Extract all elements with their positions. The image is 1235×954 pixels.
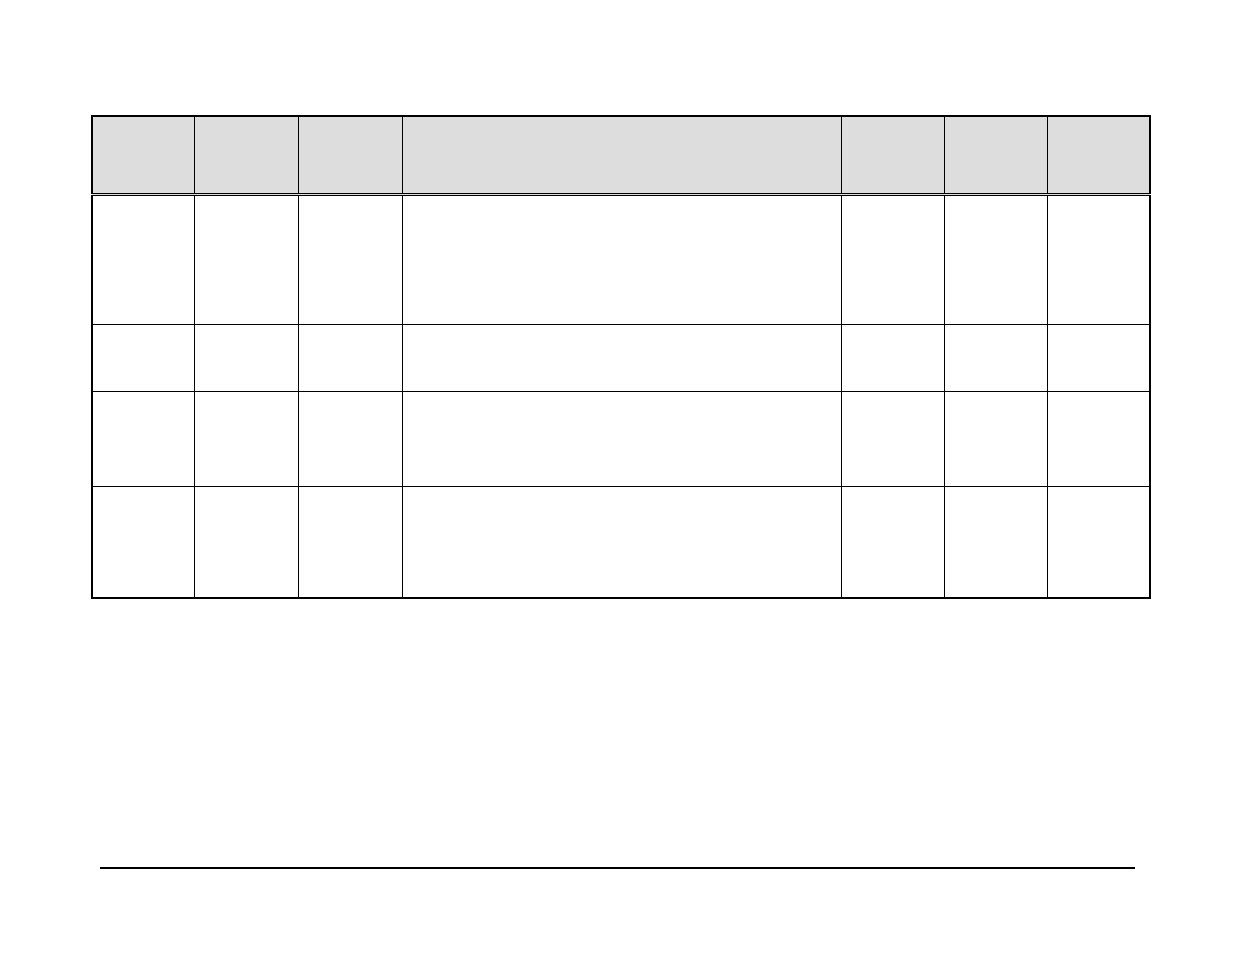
table-header-cell	[1047, 116, 1150, 195]
table-row	[92, 392, 1150, 487]
table-cell	[299, 487, 403, 599]
table-cell	[299, 392, 403, 487]
table-cell	[402, 392, 841, 487]
table-header-cell	[92, 116, 195, 195]
table-cell	[299, 195, 403, 325]
table-header-row	[92, 116, 1150, 195]
table-cell	[195, 195, 299, 325]
table-cell	[195, 392, 299, 487]
table-cell	[402, 487, 841, 599]
table-header-cell	[944, 116, 1047, 195]
table-row	[92, 325, 1150, 392]
table-header-cell	[402, 116, 841, 195]
table-cell	[92, 195, 195, 325]
table-cell	[1047, 487, 1150, 599]
table-cell	[944, 325, 1047, 392]
table-cell	[299, 325, 403, 392]
footer-rule	[100, 867, 1135, 869]
table-cell	[944, 392, 1047, 487]
table-header-cell	[299, 116, 403, 195]
table-cell	[195, 487, 299, 599]
table-cell	[1047, 392, 1150, 487]
data-table	[91, 115, 1151, 599]
table-cell	[402, 195, 841, 325]
table-cell	[842, 325, 945, 392]
table-cell	[842, 487, 945, 599]
table-row	[92, 487, 1150, 599]
table-cell	[1047, 195, 1150, 325]
table-cell	[842, 392, 945, 487]
table-row	[92, 195, 1150, 325]
table-cell	[92, 487, 195, 599]
table-cell	[92, 325, 195, 392]
table-header-cell	[842, 116, 945, 195]
page	[0, 0, 1235, 954]
table-cell	[92, 392, 195, 487]
table-cell	[1047, 325, 1150, 392]
table-cell	[402, 325, 841, 392]
table-cell	[842, 195, 945, 325]
table-cell	[944, 487, 1047, 599]
table-header-cell	[195, 116, 299, 195]
table-cell	[944, 195, 1047, 325]
table-cell	[195, 325, 299, 392]
